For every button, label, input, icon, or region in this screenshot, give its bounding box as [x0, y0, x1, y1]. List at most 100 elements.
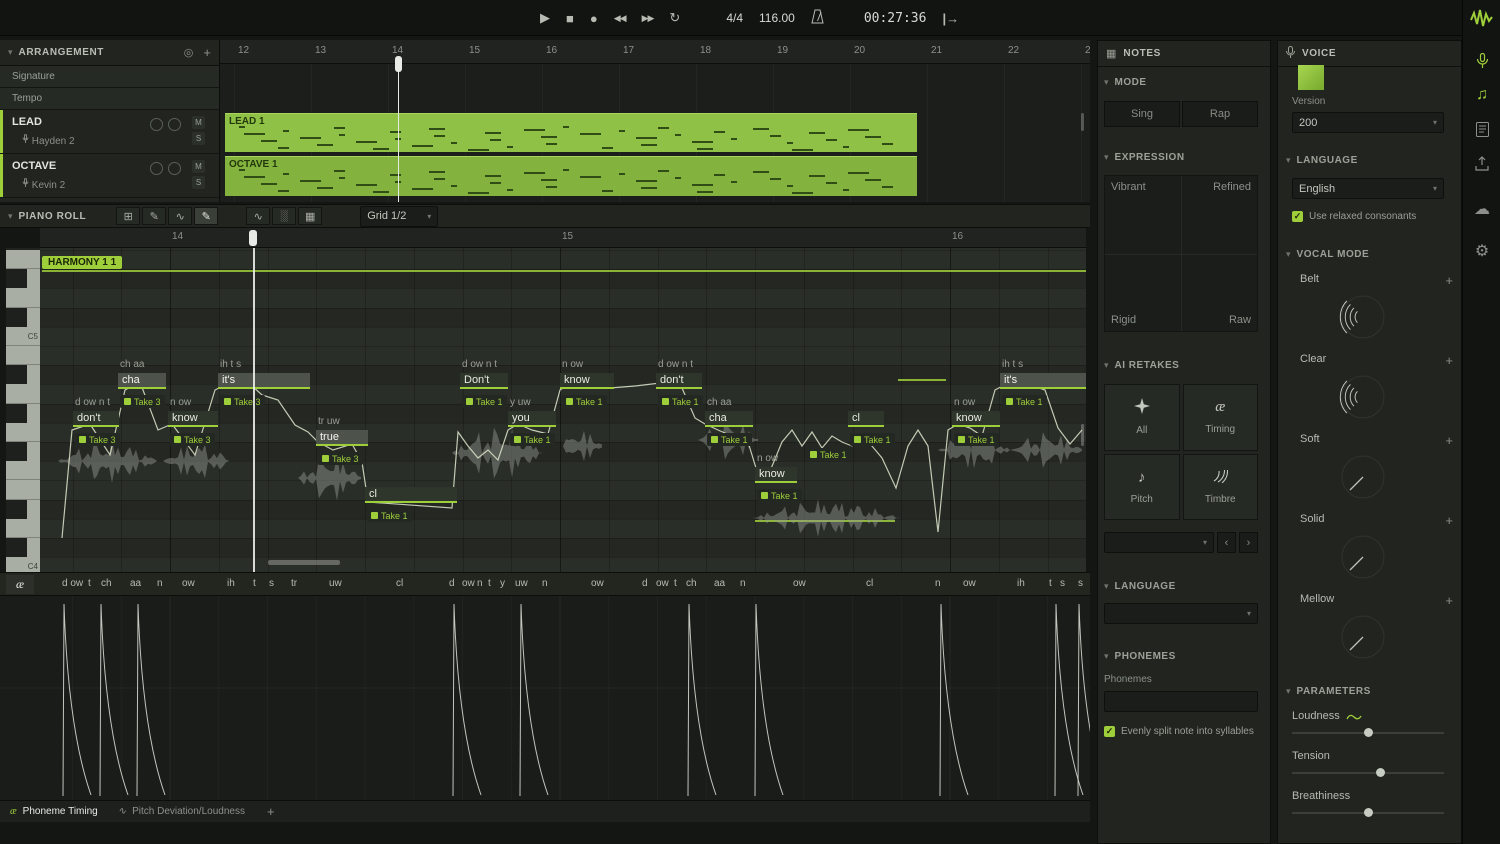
piano-key[interactable]: [6, 346, 40, 365]
notes-tab-icon[interactable]: ♫: [1463, 78, 1500, 112]
stop-button[interactable]: ■: [566, 11, 574, 26]
select-tool-button[interactable]: ⊞: [116, 207, 140, 225]
take-chip[interactable]: Take 3: [318, 452, 363, 465]
phoneme-token[interactable]: ow: [182, 578, 195, 589]
take-chip[interactable]: Take 1: [562, 395, 607, 408]
piano-roll-ruler[interactable]: 141516: [40, 228, 1086, 248]
arrangement-playhead[interactable]: [398, 56, 399, 202]
vocal-mode-knob[interactable]: [1335, 609, 1391, 665]
take-chip[interactable]: Take 1: [707, 433, 752, 446]
phoneme-token[interactable]: t: [674, 578, 677, 589]
phoneme-token[interactable]: ow: [963, 578, 976, 589]
collapse-ai-retakes-icon[interactable]: ▾: [1104, 360, 1109, 371]
pan-knob[interactable]: [150, 162, 163, 175]
metronome-icon[interactable]: [811, 9, 824, 27]
piano-roll-playhead-handle[interactable]: [249, 230, 257, 246]
retake-prev-button[interactable]: ‹: [1217, 532, 1236, 553]
arrangement-settings-icon[interactable]: ◎: [184, 46, 194, 59]
ai-retake-timbre-button[interactable]: Timbre: [1183, 454, 1259, 521]
take-chip[interactable]: Take 1: [462, 395, 507, 408]
phoneme-token[interactable]: y: [500, 578, 505, 589]
note-phoneme-label[interactable]: d ow n t: [75, 397, 110, 408]
settings-tab-icon[interactable]: ⚙: [1463, 234, 1500, 268]
mute-button[interactable]: M: [192, 116, 205, 129]
collapse-vocal-mode-icon[interactable]: ▾: [1286, 249, 1291, 260]
volume-knob[interactable]: [168, 162, 181, 175]
piano-roll-note[interactable]: know: [755, 467, 797, 483]
fast-forward-button[interactable]: ▶▶: [642, 13, 654, 24]
note-phoneme-label[interactable]: ch aa: [707, 397, 731, 408]
voice-tab-icon[interactable]: [1463, 44, 1500, 78]
piano-key[interactable]: [6, 404, 40, 423]
param-slider-tension[interactable]: [1292, 772, 1444, 774]
param-slider-thumb[interactable]: [1376, 768, 1385, 777]
take-chip[interactable]: Take 1: [757, 489, 802, 502]
collapse-mode-icon[interactable]: ▾: [1104, 77, 1109, 88]
note-phoneme-label[interactable]: tr uw: [318, 416, 340, 427]
track-row[interactable]: OCTAVE Kevin 2MS: [0, 154, 219, 198]
phoneme-token[interactable]: s: [1060, 578, 1065, 589]
piano-roll-note[interactable]: it's: [218, 373, 310, 389]
phoneme-token[interactable]: t: [488, 578, 491, 589]
piano-keys[interactable]: C5C4: [6, 248, 40, 572]
phoneme-token[interactable]: t: [253, 578, 256, 589]
rewind-button[interactable]: ◀◀: [614, 13, 626, 24]
note-phoneme-label[interactable]: d ow n t: [658, 359, 693, 370]
piano-roll-note[interactable]: know: [952, 411, 1000, 427]
phoneme-token[interactable]: ih: [1017, 578, 1025, 589]
mode-rap-button[interactable]: Rap: [1182, 101, 1258, 127]
piano-roll-note[interactable]: you: [508, 411, 556, 427]
note-phoneme-label[interactable]: n ow: [562, 359, 583, 370]
phoneme-token[interactable]: s: [269, 578, 274, 589]
take-chip[interactable]: Take 1: [658, 395, 703, 408]
note-phoneme-label[interactable]: n ow: [170, 397, 191, 408]
piano-roll-note[interactable]: true: [316, 430, 368, 446]
export-tab-icon[interactable]: [1463, 146, 1500, 180]
volume-knob[interactable]: [168, 118, 181, 131]
take-chip[interactable]: Take 1: [367, 509, 412, 522]
levels-tool-button[interactable]: ░: [272, 207, 296, 225]
piano-key[interactable]: [6, 480, 40, 499]
relaxed-consonants-checkbox[interactable]: ✓: [1292, 211, 1303, 222]
piano-roll-note[interactable]: know: [560, 373, 614, 389]
piano-key[interactable]: [6, 269, 40, 288]
take-chip[interactable]: Take 1: [1002, 395, 1047, 408]
note-phoneme-label[interactable]: d ow n t: [462, 359, 497, 370]
phoneme-token[interactable]: d ow: [62, 578, 83, 589]
piano-roll-note[interactable]: cha: [705, 411, 753, 427]
note-phoneme-label[interactable]: ch aa: [120, 359, 144, 370]
vocal-mode-knob[interactable]: [1335, 449, 1391, 505]
take-chip[interactable]: Take 1: [806, 448, 851, 461]
phoneme-token[interactable]: t: [88, 578, 91, 589]
piano-key[interactable]: [6, 250, 40, 269]
mode-sing-button[interactable]: Sing: [1104, 101, 1180, 127]
phoneme-token[interactable]: ch: [686, 578, 697, 589]
ai-retake-pitch-button[interactable]: ♪Pitch: [1104, 454, 1180, 521]
phoneme-token[interactable]: t: [1049, 578, 1052, 589]
note-language-select[interactable]: ▾: [1104, 603, 1258, 624]
vocal-mode-add-button[interactable]: +: [1445, 593, 1453, 608]
grid-select[interactable]: Grid 1/2▾: [360, 206, 438, 227]
phoneme-token[interactable]: ow: [793, 578, 806, 589]
cloud-tab-icon[interactable]: ☁: [1463, 192, 1500, 226]
phoneme-token[interactable]: ow: [591, 578, 604, 589]
piano-key[interactable]: C4: [6, 557, 40, 572]
vocal-mode-knob[interactable]: [1335, 529, 1391, 585]
piano-roll-note[interactable]: don't: [656, 373, 702, 389]
collapse-arrangement-icon[interactable]: ▾: [8, 47, 13, 58]
retake-next-button[interactable]: ›: [1239, 532, 1258, 553]
parameter-editor[interactable]: [0, 596, 1090, 800]
tempo-value[interactable]: 116.00: [759, 11, 795, 25]
piano-key[interactable]: [6, 423, 40, 442]
arrangement-clip[interactable]: LEAD 1: [225, 113, 917, 152]
mute-button[interactable]: M: [192, 160, 205, 173]
time-signature[interactable]: 4/4: [726, 11, 743, 25]
piano-roll-note[interactable]: don't: [73, 411, 119, 427]
arrangement-row-tempo[interactable]: Tempo: [0, 88, 219, 110]
version-select[interactable]: 200▾: [1292, 112, 1444, 133]
phoneme-token[interactable]: ow: [462, 578, 475, 589]
phoneme-token[interactable]: cl: [396, 578, 403, 589]
note-phoneme-label[interactable]: y uw: [510, 397, 531, 408]
bottom-tab-phoneme-timing[interactable]: æPhoneme Timing: [0, 801, 108, 823]
param-slider-breathiness[interactable]: [1292, 812, 1444, 814]
